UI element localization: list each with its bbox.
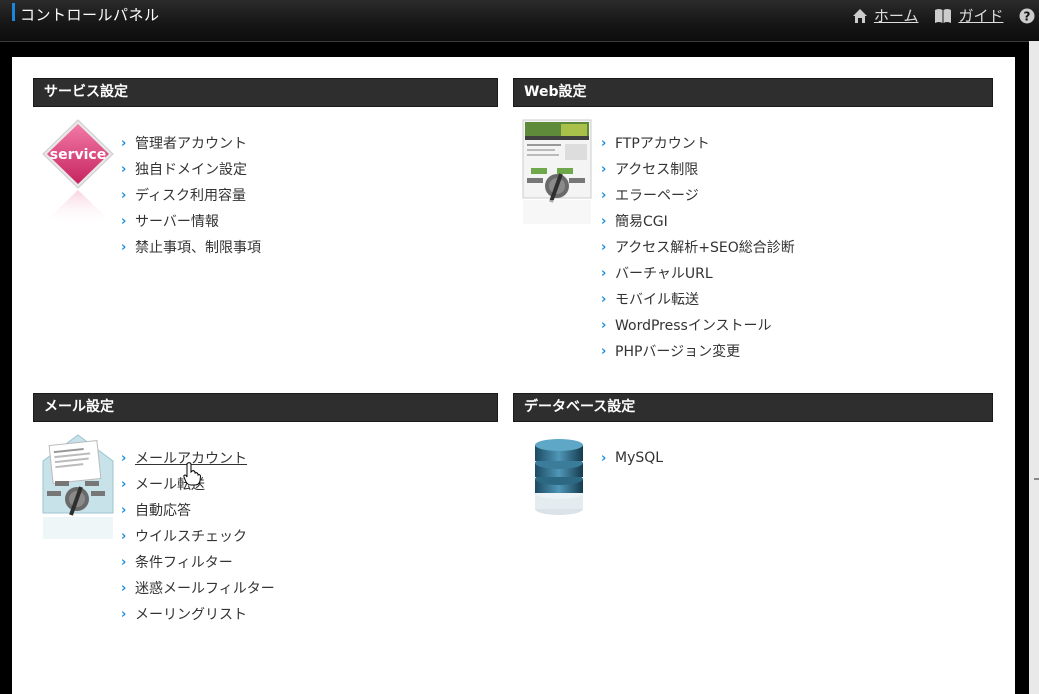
home-icon [852,8,867,23]
chevron-right-icon: › [601,450,607,466]
chevron-right-icon: › [121,450,127,466]
nav-home-label: ホーム [873,7,919,25]
web-link-php[interactable]: PHPバージョン変更 [615,341,740,361]
web-link-access-limit[interactable]: アクセス制限 [615,159,698,179]
list-item: › MySQL [601,445,663,471]
web-link-list: › FTPアカウント › アクセス制限 › エラーページ › 簡易CGI › アクセス解析… [601,130,795,364]
service-section: サービス設定 service › 管理者アカウント › 独自ドメイン設定 › デ… [33,78,498,368]
service-link-restrictions[interactable]: 禁止事項、制限事項 [135,237,261,257]
web-link-ftp[interactable]: FTPアカウント [615,133,710,153]
web-link-error-page[interactable]: エラーページ [615,185,699,205]
web-link-virtual-url[interactable]: バーチャルURL [615,263,713,283]
page-title: コントロールパネル [20,6,160,24]
mail-link-mailing-list[interactable]: メーリングリスト [135,604,247,624]
web-section: Web設定 › FTPアカウント › アクセス制限 › エラーページ › 簡易C… [513,78,993,368]
mail-section-header: メール設定 [33,393,498,422]
web-link-cgi[interactable]: 簡易CGI [615,211,668,231]
chevron-right-icon: › [121,476,127,492]
chevron-right-icon: › [601,213,607,229]
chevron-right-icon: › [121,161,127,177]
strip-tick [1034,478,1039,480]
database-link-mysql[interactable]: MySQL [615,450,663,466]
list-item: › メールアカウント [121,445,275,471]
mail-link-account[interactable]: メールアカウント [135,448,247,468]
list-item: › FTPアカウント [601,130,795,156]
service-link-admin-account[interactable]: 管理者アカウント [135,133,247,153]
service-logo-text: service [50,147,106,163]
web-thumbnail [521,118,595,228]
web-link-analytics[interactable]: アクセス解析+SEO総合診断 [615,237,795,257]
chevron-right-icon: › [601,265,607,281]
service-link-disk-usage[interactable]: ディスク利用容量 [135,185,246,205]
service-link-list: › 管理者アカウント › 独自ドメイン設定 › ディスク利用容量 › サーバー情報 › 禁… [121,130,261,260]
help-icon: ? [1019,8,1035,23]
mail-link-virus-check[interactable]: ウイルスチェック [135,526,247,546]
mail-section: メール設定 › メールアカウント › メール転送 › 自動応答 › ウイルスチェ… [33,393,498,653]
mail-link-autoreply[interactable]: 自動応答 [135,500,191,520]
top-bar: コントロールパネル ホーム ガイド ? FA [0,0,1039,42]
database-link-list: › MySQL [601,445,663,471]
chevron-right-icon: › [121,606,127,622]
chevron-right-icon: › [121,213,127,229]
mail-link-filter[interactable]: 条件フィルター [135,552,233,572]
database-section: データベース設定 › MySQL [513,393,993,593]
mail-link-forward[interactable]: メール転送 [135,474,205,494]
service-link-server-info[interactable]: サーバー情報 [135,211,219,231]
database-thumbnail [521,433,595,543]
right-scroll-strip [1029,41,1039,694]
svg-text:?: ? [1024,9,1031,23]
chevron-right-icon: › [121,528,127,544]
list-item: › 条件フィルター [121,549,275,575]
chevron-right-icon: › [121,502,127,518]
chevron-right-icon: › [601,239,607,255]
list-item: › モバイル転送 [601,286,795,312]
list-item: › PHPバージョン変更 [601,338,795,364]
list-item: › アクセス解析+SEO総合診断 [601,234,795,260]
chevron-right-icon: › [601,161,607,177]
list-item: › 独自ドメイン設定 [121,156,261,182]
list-item: › 迷惑メールフィルター [121,575,275,601]
mail-thumbnail [41,433,115,543]
list-item: › メーリングリスト [121,601,275,627]
list-item: › エラーページ [601,182,795,208]
database-section-header: データベース設定 [513,393,993,422]
list-item: › 禁止事項、制限事項 [121,234,261,260]
title-accent-bar [12,3,15,21]
top-nav: ホーム ガイド ? FA [852,5,1039,26]
list-item: › ディスク利用容量 [121,182,261,208]
main-panel: サービス設定 service › 管理者アカウント › 独自ドメイン設定 › デ… [12,57,1015,694]
nav-guide-link[interactable]: ガイド [934,5,1003,26]
book-icon [935,8,952,23]
nav-guide-label: ガイド [958,7,1004,25]
chevron-right-icon: › [601,187,607,203]
list-item: › メール転送 [121,471,275,497]
nav-home-link[interactable]: ホーム [852,5,919,26]
list-item: › 管理者アカウント [121,130,261,156]
list-item: › WordPressインストール [601,312,795,338]
chevron-right-icon: › [601,343,607,359]
service-link-domain[interactable]: 独自ドメイン設定 [135,159,247,179]
service-section-header: サービス設定 [33,78,498,107]
list-item: › アクセス制限 [601,156,795,182]
list-item: › ウイルスチェック [121,523,275,549]
chevron-right-icon: › [121,580,127,596]
list-item: › バーチャルURL [601,260,795,286]
web-link-wordpress[interactable]: WordPressインストール [615,315,772,335]
chevron-right-icon: › [601,291,607,307]
service-thumbnail: service [41,118,115,228]
chevron-right-icon: › [601,135,607,151]
chevron-right-icon: › [121,239,127,255]
chevron-right-icon: › [601,317,607,333]
list-item: › 自動応答 [121,497,275,523]
chevron-right-icon: › [121,554,127,570]
nav-faq-link[interactable]: ? FA [1019,7,1039,25]
mail-link-spam-filter[interactable]: 迷惑メールフィルター [135,578,275,598]
chevron-right-icon: › [121,135,127,151]
web-link-mobile[interactable]: モバイル転送 [615,289,699,309]
web-section-header: Web設定 [513,78,993,107]
list-item: › 簡易CGI [601,208,795,234]
chevron-right-icon: › [121,187,127,203]
list-item: › サーバー情報 [121,208,261,234]
mail-link-list: › メールアカウント › メール転送 › 自動応答 › ウイルスチェック › 条件フィルタ… [121,445,275,627]
